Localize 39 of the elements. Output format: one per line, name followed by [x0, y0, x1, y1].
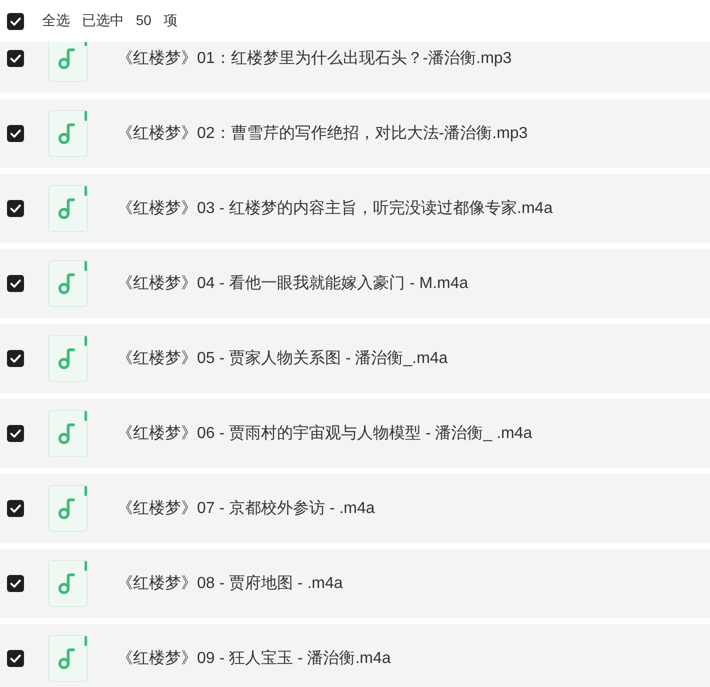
row-checkbox[interactable] — [7, 200, 24, 217]
file-row[interactable]: 《红楼梦》05 - 贾家人物关系图 - 潘治衡_.m4a — [0, 324, 710, 393]
file-name: 《红楼梦》01：红楼梦里为什么出现石头？-潘治衡.mp3 — [117, 48, 512, 69]
music-file-icon — [48, 635, 88, 682]
music-file-icon — [48, 560, 88, 607]
row-checkbox[interactable] — [7, 575, 24, 592]
music-file-icon — [48, 335, 88, 382]
select-all-checkbox[interactable] — [7, 12, 24, 30]
file-name: 《红楼梦》08 - 贾府地图 - .m4a — [117, 574, 343, 594]
music-file-icon — [48, 42, 88, 82]
file-name: 《红楼梦》04 - 看他一眼我就能嫁入豪门 - M.m4a — [117, 274, 468, 294]
select-all-label[interactable]: 全选 — [42, 12, 70, 30]
file-row[interactable]: 《红楼梦》02：曹雪芹的写作绝招，对比大法-潘治衡.mp3 — [0, 99, 710, 168]
music-file-icon — [48, 110, 88, 157]
music-file-icon — [48, 185, 88, 232]
row-checkbox[interactable] — [7, 50, 24, 67]
file-name: 《红楼梦》03 - 红楼梦的内容主旨，听完没读过都像专家.m4a — [117, 198, 553, 219]
file-name: 《红楼梦》02：曹雪芹的写作绝招，对比大法-潘治衡.mp3 — [117, 124, 528, 144]
file-row[interactable]: 《红楼梦》09 - 狂人宝玉 - 潘治衡.m4a — [0, 624, 710, 687]
file-row[interactable]: 《红楼梦》03 - 红楼梦的内容主旨，听完没读过都像专家.m4a — [0, 174, 710, 243]
file-name: 《红楼梦》05 - 贾家人物关系图 - 潘治衡_.m4a — [117, 348, 448, 369]
music-file-icon — [48, 260, 88, 307]
row-checkbox[interactable] — [7, 425, 24, 442]
row-checkbox[interactable] — [7, 500, 24, 517]
file-name: 《红楼梦》09 - 狂人宝玉 - 潘治衡.m4a — [117, 648, 391, 669]
row-checkbox[interactable] — [7, 125, 24, 142]
music-file-icon — [48, 485, 88, 532]
selection-summary: 已选中 50 项 — [82, 12, 178, 30]
file-row[interactable]: 《红楼梦》01：红楼梦里为什么出现石头？-潘治衡.mp3 — [0, 42, 710, 93]
file-row[interactable]: 《红楼梦》04 - 看他一眼我就能嫁入豪门 - M.m4a — [0, 249, 710, 318]
row-checkbox[interactable] — [7, 275, 24, 292]
file-name: 《红楼梦》06 - 贾雨村的宇宙观与人物模型 - 潘治衡_ .m4a — [117, 424, 532, 444]
row-checkbox[interactable] — [7, 350, 24, 367]
file-row[interactable]: 《红楼梦》06 - 贾雨村的宇宙观与人物模型 - 潘治衡_ .m4a — [0, 399, 710, 468]
row-checkbox[interactable] — [7, 650, 24, 667]
file-row[interactable]: 《红楼梦》08 - 贾府地图 - .m4a — [0, 549, 710, 618]
file-name: 《红楼梦》07 - 京都校外参访 - .m4a — [117, 498, 375, 519]
music-file-icon — [48, 410, 88, 457]
file-row[interactable]: 《红楼梦》07 - 京都校外参访 - .m4a — [0, 474, 710, 543]
